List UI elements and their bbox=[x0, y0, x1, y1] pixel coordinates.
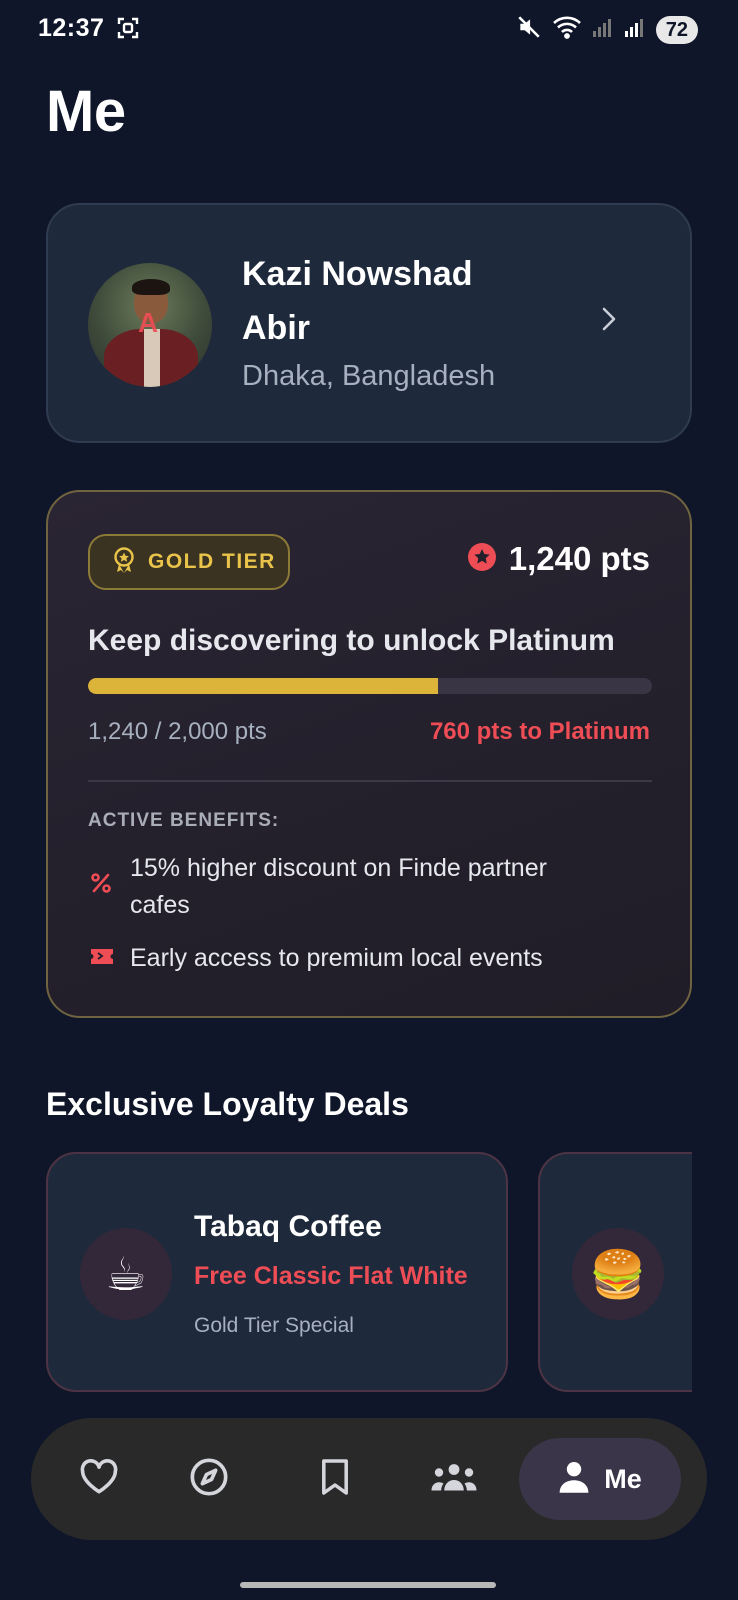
bottom-navigation: Me bbox=[31, 1418, 707, 1540]
ticket-icon bbox=[90, 946, 114, 971]
deal-offer: Free Classic Flat White bbox=[194, 1262, 468, 1290]
profile-name: Kazi Nowshad Abir bbox=[242, 255, 473, 347]
points-value: 1,240 pts bbox=[508, 540, 650, 577]
percent-icon bbox=[90, 872, 112, 899]
status-icons: 72 bbox=[516, 14, 698, 45]
nav-saved[interactable] bbox=[305, 1418, 365, 1540]
burger-icon: 🍔 bbox=[572, 1228, 664, 1320]
avatar: A bbox=[88, 263, 212, 387]
tier-headline: Keep discovering to unlock Platinum bbox=[88, 624, 615, 657]
profile-location: Dhaka, Bangladesh bbox=[242, 360, 496, 392]
benefit-item: Early access to premium local events bbox=[130, 944, 543, 972]
progress-caption: 1,240 / 2,000 pts bbox=[88, 718, 267, 745]
status-bar: 12:37 72 bbox=[0, 0, 738, 60]
signal-icon bbox=[624, 16, 646, 43]
coffee-icon: ☕ bbox=[80, 1228, 172, 1320]
deal-tag: Gold Tier Special bbox=[194, 1314, 354, 1337]
signal-icon bbox=[592, 16, 614, 43]
deals-carousel[interactable]: ☕ Tabaq Coffee Free Classic Flat White G… bbox=[46, 1152, 692, 1396]
mute-icon bbox=[516, 14, 542, 45]
tier-badge-label: GOLD TIER bbox=[148, 550, 276, 573]
deal-card[interactable]: 🍔 bbox=[538, 1152, 692, 1392]
benefit-item: 15% higher discount on Finde partner caf… bbox=[130, 854, 547, 919]
screenshot-icon bbox=[116, 16, 140, 45]
chevron-right-icon bbox=[596, 305, 620, 338]
nav-community[interactable] bbox=[419, 1418, 489, 1540]
page-title: Me bbox=[46, 79, 126, 144]
deal-card[interactable]: ☕ Tabaq Coffee Free Classic Flat White G… bbox=[46, 1152, 508, 1392]
tier-progress-fill bbox=[88, 678, 438, 694]
points-balance: 1,240 pts bbox=[467, 540, 650, 578]
battery-indicator: 72 bbox=[655, 15, 698, 44]
loyalty-tier-card: GOLD TIER 1,240 pts Keep discovering to … bbox=[46, 490, 692, 1018]
people-icon bbox=[430, 1462, 478, 1497]
section-title: Exclusive Loyalty Deals bbox=[46, 1086, 409, 1122]
status-time: 12:37 bbox=[38, 14, 105, 42]
deal-name: Tabaq Coffee bbox=[194, 1210, 382, 1243]
person-icon bbox=[558, 1460, 590, 1499]
nav-favorites[interactable] bbox=[69, 1418, 129, 1540]
profile-card[interactable]: A Kazi Nowshad Abir Dhaka, Bangladesh bbox=[46, 203, 692, 443]
heart-icon bbox=[79, 1458, 119, 1500]
benefits-heading: ACTIVE BENEFITS: bbox=[88, 810, 280, 831]
divider bbox=[88, 780, 652, 782]
points-remaining: 760 pts to Platinum bbox=[429, 718, 650, 745]
compass-icon bbox=[189, 1457, 229, 1502]
tier-progress-bar bbox=[88, 678, 652, 694]
nav-me[interactable]: Me bbox=[519, 1438, 681, 1520]
bookmark-icon bbox=[319, 1457, 351, 1502]
medal-icon bbox=[112, 546, 136, 578]
tier-badge: GOLD TIER bbox=[88, 534, 290, 590]
star-icon bbox=[467, 542, 497, 577]
home-indicator[interactable] bbox=[240, 1582, 496, 1588]
nav-explore[interactable] bbox=[179, 1418, 239, 1540]
nav-me-label: Me bbox=[604, 1463, 642, 1494]
wifi-icon bbox=[552, 14, 582, 45]
